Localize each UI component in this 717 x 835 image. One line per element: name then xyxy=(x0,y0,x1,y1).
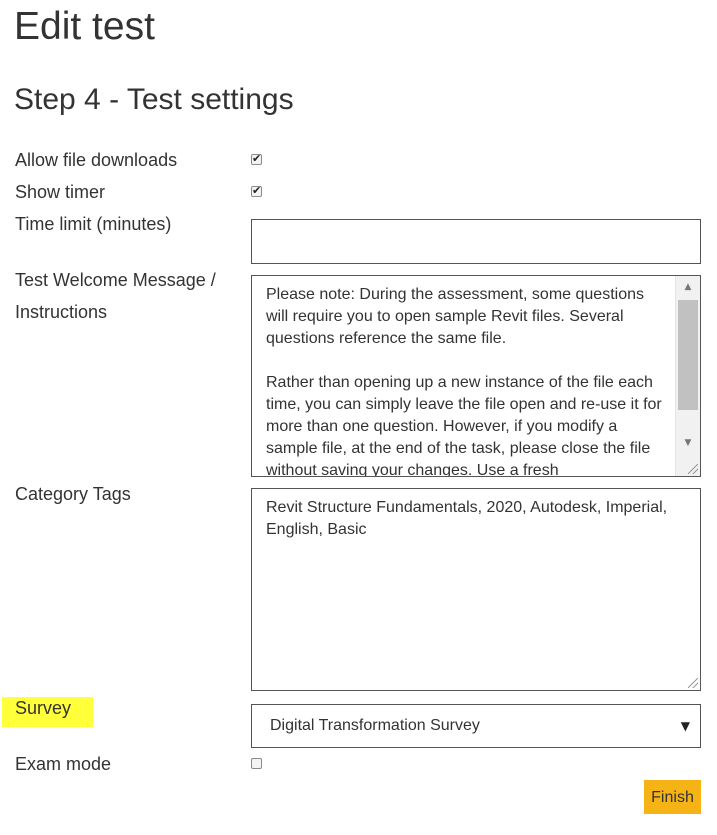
welcome-message-text: Please note: During the assessment, some… xyxy=(266,286,662,477)
resize-grip-icon[interactable] xyxy=(688,678,698,688)
welcome-message-label-line2: Instructions xyxy=(15,302,108,322)
welcome-message-scrollbar[interactable]: ▲ ▼ xyxy=(675,276,700,476)
welcome-message-label: Test Welcome Message / Instructions xyxy=(15,264,216,328)
survey-selected-value: Digital Transformation Survey xyxy=(270,717,480,734)
time-limit-label: Time limit (minutes) xyxy=(15,214,172,234)
scroll-down-arrow-icon[interactable]: ▼ xyxy=(676,434,700,452)
page-title: Edit test xyxy=(14,5,155,48)
scroll-up-arrow-icon[interactable]: ▲ xyxy=(676,278,700,296)
dropdown-arrow-icon: ▼ xyxy=(680,719,690,733)
allow-file-downloads-label: Allow file downloads xyxy=(15,150,178,170)
welcome-message-label-line1: Test Welcome Message / xyxy=(15,270,216,290)
category-tags-label: Category Tags xyxy=(15,484,131,504)
resize-grip-icon[interactable] xyxy=(688,464,698,474)
step-title: Step 4 - Test settings xyxy=(14,83,294,116)
survey-select[interactable]: Digital Transformation Survey ▼ xyxy=(251,704,701,748)
category-tags-text: Revit Structure Fundamentals, 2020, Auto… xyxy=(266,499,672,538)
show-timer-checkbox[interactable]: ✔ xyxy=(251,184,262,197)
survey-label: Survey xyxy=(15,698,72,718)
exam-mode-checkbox[interactable] xyxy=(251,758,262,769)
time-limit-input[interactable] xyxy=(251,219,701,264)
allow-file-downloads-checkbox[interactable]: ✔ xyxy=(251,152,262,165)
exam-mode-label: Exam mode xyxy=(15,754,112,774)
scroll-thumb[interactable] xyxy=(678,300,698,410)
welcome-message-textarea[interactable]: Please note: During the assessment, some… xyxy=(251,275,701,477)
checkmark-icon: ✔ xyxy=(252,152,262,165)
category-tags-textarea[interactable]: Revit Structure Fundamentals, 2020, Auto… xyxy=(251,488,701,691)
finish-button[interactable]: Finish xyxy=(644,780,701,814)
checkmark-icon: ✔ xyxy=(252,184,262,197)
show-timer-label: Show timer xyxy=(15,182,106,202)
